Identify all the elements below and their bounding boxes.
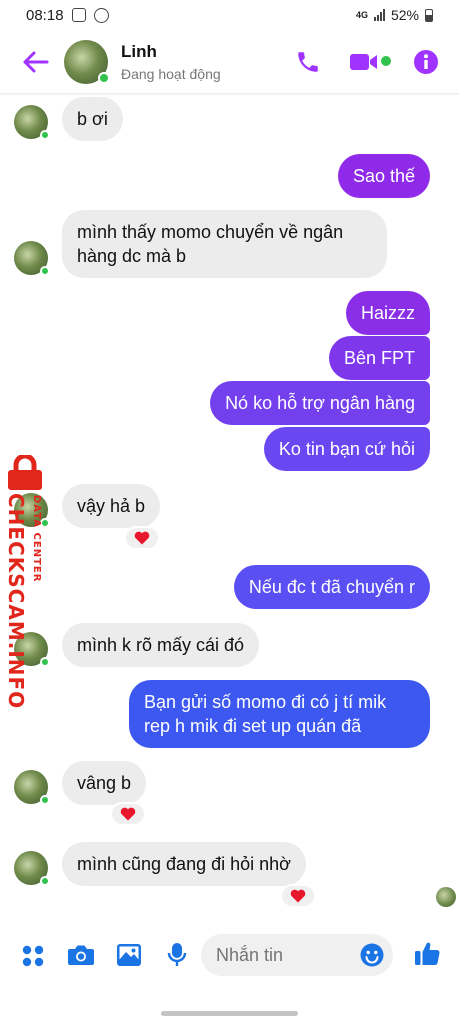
message-reaction[interactable] — [124, 526, 160, 550]
messenger-notification-icon — [93, 7, 109, 23]
apps-icon — [22, 945, 44, 967]
message-incoming[interactable]: b ơi — [62, 97, 123, 141]
image-icon — [117, 944, 141, 966]
gallery-notification-icon — [71, 8, 86, 22]
home-indicator[interactable] — [161, 1011, 298, 1016]
microphone-icon — [167, 943, 187, 966]
watermark-text: CHECKSCAM.INFO — [4, 493, 28, 710]
message-outgoing[interactable]: Sao thế — [337, 154, 430, 198]
sender-avatar — [14, 241, 50, 276]
gallery-button[interactable] — [116, 943, 142, 967]
contact-avatar[interactable] — [64, 39, 110, 84]
apps-button[interactable] — [21, 944, 45, 968]
signal-icon — [373, 9, 385, 21]
like-button[interactable] — [414, 940, 441, 967]
message-outgoing[interactable]: Bạn gửi số momo đi có j tí mik rep h mik… — [129, 680, 430, 748]
message-incoming[interactable]: mình k rõ mấy cái đó — [62, 623, 260, 667]
battery-percent: 52% — [390, 7, 419, 23]
lock-icon — [8, 455, 42, 490]
video-call-button[interactable] — [349, 51, 391, 73]
emoji-icon — [360, 943, 384, 967]
thumbs-up-icon — [415, 942, 440, 965]
seen-indicator-avatar — [436, 887, 456, 907]
sender-avatar — [14, 105, 50, 140]
watermark-subtext: DATA CENTER — [31, 495, 42, 583]
message-outgoing[interactable]: Bên FPT — [328, 336, 430, 380]
heart-icon — [120, 807, 136, 821]
message-reaction[interactable] — [280, 884, 316, 908]
sender-avatar — [14, 770, 50, 805]
emoji-button[interactable] — [360, 943, 384, 967]
voice-message-button[interactable] — [167, 942, 187, 968]
online-indicator — [98, 71, 110, 84]
voice-call-button[interactable] — [295, 49, 321, 75]
status-time: 08:18 — [26, 6, 64, 24]
camera-icon — [68, 945, 94, 965]
video-camera-icon — [350, 54, 377, 70]
sender-avatar — [14, 851, 50, 886]
message-incoming[interactable]: vậy hả b — [62, 484, 161, 528]
message-incoming[interactable]: mình thấy momo chuyển về ngân hàng dc mà… — [62, 210, 387, 278]
network-type: 4G — [355, 9, 368, 20]
message-incoming[interactable]: vâng b — [62, 761, 147, 805]
battery-icon — [425, 8, 433, 22]
message-outgoing[interactable]: Haizzz — [345, 291, 430, 335]
video-online-indicator — [381, 56, 391, 66]
message-outgoing[interactable]: Nó ko hỗ trợ ngân hàng — [210, 381, 430, 425]
back-button[interactable] — [12, 38, 60, 86]
info-button[interactable] — [413, 49, 439, 75]
heart-icon — [134, 531, 150, 545]
back-arrow-icon — [23, 51, 49, 72]
contact-status: Đang hoạt động — [121, 65, 221, 82]
message-incoming[interactable]: mình cũng đang đi hỏi nhờ — [62, 842, 306, 886]
status-bar: 08:18 4G 52% — [0, 0, 459, 30]
message-composer — [0, 926, 459, 986]
info-icon — [414, 50, 438, 74]
camera-button[interactable] — [67, 943, 95, 967]
heart-icon — [290, 889, 306, 903]
contact-info[interactable]: Linh Đang hoạt động — [121, 42, 221, 82]
message-outgoing[interactable]: Ko tin bạn cứ hỏi — [263, 427, 430, 471]
contact-name: Linh — [121, 41, 157, 61]
message-reaction[interactable] — [110, 802, 146, 826]
conversation-header: Linh Đang hoạt động — [0, 30, 459, 94]
message-outgoing[interactable]: Nếu đc t đã chuyển r — [233, 565, 430, 609]
messenger-screen: 08:18 4G 52% Linh Đang hoạt động b ơi Sa… — [0, 0, 459, 1024]
phone-icon — [298, 52, 318, 72]
watermark: CHECKSCAM.INFO DATA CENTER — [2, 455, 50, 709]
